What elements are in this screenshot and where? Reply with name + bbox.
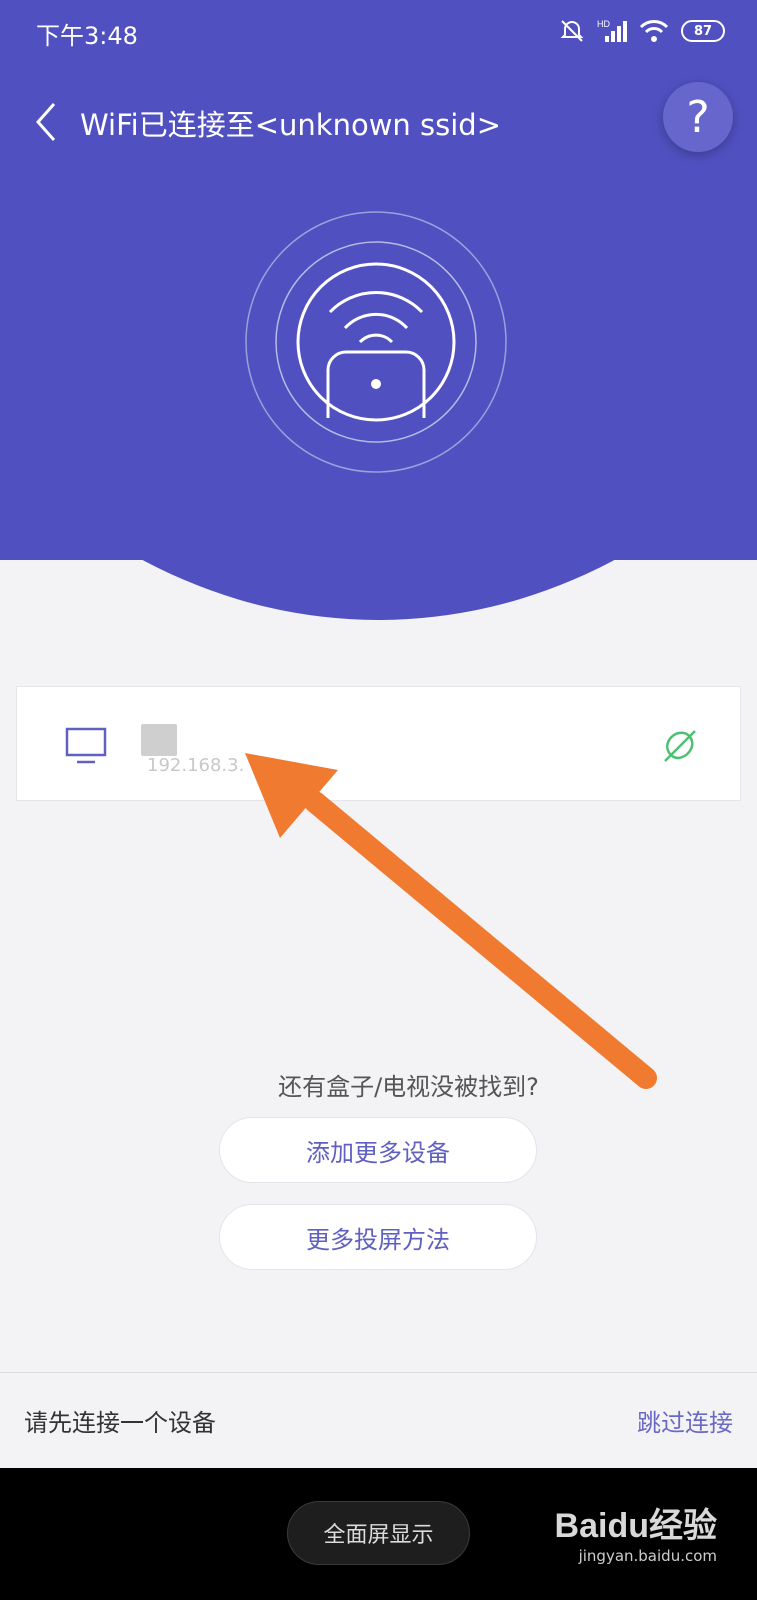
scanning-radar-graphic [244,210,508,474]
back-arrow-icon [35,103,56,141]
baidu-watermark: Baidu经验 jingyan.baidu.com [555,1498,717,1565]
more-cast-methods-button[interactable]: 更多投屏方法 [219,1204,537,1270]
title-bar: WiFi已连接至<unknown ssid> [0,90,757,156]
status-time: 下午3:48 [36,22,138,50]
status-bar: 下午3:48 HD 87 [0,0,757,64]
add-more-devices-button[interactable]: 添加更多设备 [219,1117,537,1183]
system-nav-bar: 全面屏显示 Baidu经验 jingyan.baidu.com [0,1468,757,1600]
mute-icon [559,18,585,44]
bottom-bar: 请先连接一个设备 跳过连接 [0,1372,757,1468]
signal-icon: HD [597,18,627,44]
svg-text:HD: HD [597,19,610,29]
skip-connection-link[interactable]: 跳过连接 [637,1403,733,1438]
help-icon: ? [686,91,710,143]
not-found-prompt: 还有盒子/电视没被找到? [278,1073,539,1101]
back-button[interactable] [30,100,70,146]
connect-hint: 请先连接一个设备 [24,1409,216,1437]
link-icon[interactable] [661,727,699,769]
wifi-device-icon [245,211,507,473]
device-name-redacted [141,724,177,756]
battery-indicator: 87 [681,20,725,42]
page-title: WiFi已连接至<unknown ssid> [80,108,501,142]
device-ip: 192.168.3. [147,755,245,776]
status-icons: HD 87 [559,18,725,44]
device-list-item[interactable]: 192.168.3. [16,686,741,801]
tv-icon [65,727,107,769]
watermark-logo: Baidu经验 [554,1507,717,1545]
help-button[interactable]: ? [663,82,733,152]
wifi-status-icon [639,19,669,43]
watermark-url: jingyan.baidu.com [578,1547,717,1565]
fullscreen-display-button[interactable]: 全面屏显示 [287,1501,470,1565]
